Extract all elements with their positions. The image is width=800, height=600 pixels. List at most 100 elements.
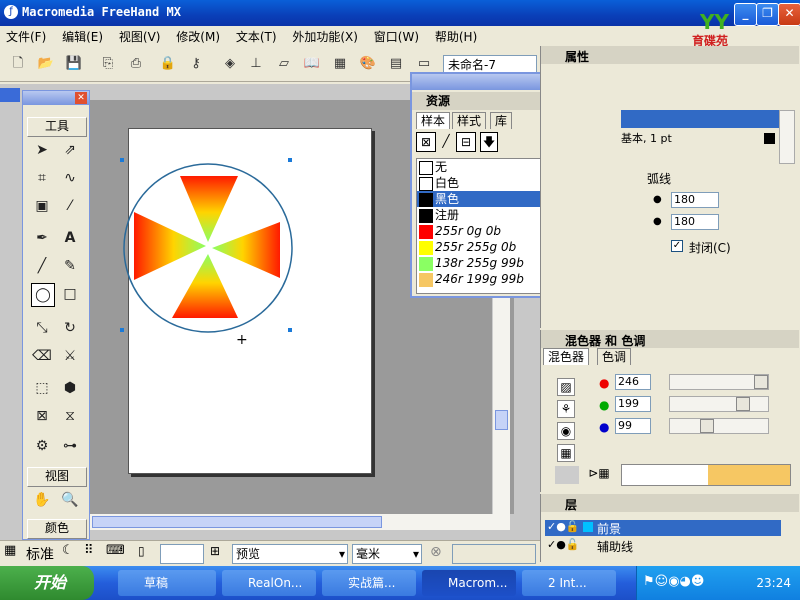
fill-icon[interactable]: ⊟: [456, 132, 476, 152]
grid-view-icon[interactable]: ▦: [4, 543, 24, 563]
wedge-bottom[interactable]: [172, 254, 238, 318]
envelope-icon[interactable]: ⊠: [31, 405, 53, 427]
export-icon[interactable]: ⎙: [126, 54, 146, 74]
layer-row[interactable]: ✓●🔓 前景: [545, 520, 781, 536]
keyboard-icon[interactable]: ⌨: [106, 543, 126, 563]
page-nav-icon[interactable]: ▯: [138, 544, 154, 562]
start-button[interactable]: 开始: [0, 566, 94, 600]
zoom-icon[interactable]: 🔍: [59, 489, 81, 511]
pointer-icon[interactable]: ➤: [31, 139, 53, 161]
stroke-row[interactable]: 基本, 1 pt: [621, 130, 779, 148]
handle-bl[interactable]: [120, 328, 124, 332]
cancel-icon[interactable]: ⊗: [430, 544, 442, 560]
page-number-input[interactable]: [160, 544, 204, 564]
dots-icon[interactable]: ⠿: [84, 543, 104, 563]
tray-icons[interactable]: ⚑☺◉◕☻: [643, 574, 704, 589]
add-page-icon[interactable]: ⊞: [210, 544, 226, 562]
tab-swatches[interactable]: 样本: [416, 112, 451, 129]
closed-checkbox[interactable]: ✓: [671, 240, 683, 252]
taskbar-item-realone[interactable]: RealOn...: [222, 570, 316, 596]
handle-br[interactable]: [288, 328, 292, 332]
layers-icon[interactable]: ▦: [330, 54, 350, 74]
knife-icon[interactable]: ⚔: [59, 345, 81, 367]
import-icon[interactable]: ⎘: [98, 54, 118, 74]
wedge-left[interactable]: [134, 212, 206, 280]
stroke-icon[interactable]: ╱: [438, 132, 454, 152]
green-input[interactable]: 199: [615, 396, 651, 412]
rotate-icon[interactable]: ↻: [59, 317, 81, 339]
tools-titlebar[interactable]: ✕: [23, 91, 89, 105]
menu-text[interactable]: 文本(T): [230, 26, 283, 47]
green-slider-thumb[interactable]: [736, 397, 750, 411]
layers-header[interactable]: 层: [541, 494, 799, 512]
properties-scrollbar[interactable]: [779, 110, 795, 164]
handle-tl[interactable]: [120, 158, 124, 162]
subselect-icon[interactable]: ⇗: [59, 139, 81, 161]
tab-tints[interactable]: 色调: [597, 348, 632, 365]
group-icon[interactable]: ◈: [220, 54, 240, 74]
eraser-icon[interactable]: ⌫: [31, 345, 53, 367]
text-tool-icon[interactable]: A: [59, 227, 81, 249]
swatch-add-icon[interactable]: ⊳▦: [587, 466, 611, 484]
horizontal-scroll-thumb[interactable]: [92, 516, 382, 528]
units-select[interactable]: 毫米 ▾: [352, 544, 422, 564]
horizontal-scrollbar[interactable]: [88, 514, 510, 530]
add-to-swatches-icon[interactable]: [555, 466, 579, 484]
wedge-right[interactable]: [212, 222, 280, 278]
save-icon[interactable]: 💾: [64, 54, 84, 74]
ellipse-icon[interactable]: ◯: [31, 283, 55, 307]
taskbar-item-drafts[interactable]: 草稿: [118, 570, 216, 596]
chevron-down-icon[interactable]: ▾: [413, 545, 419, 563]
trace-icon[interactable]: ▣: [31, 195, 53, 217]
menu-modify[interactable]: 修改(M): [170, 26, 226, 47]
pencil-icon[interactable]: ✎: [59, 255, 81, 277]
close-icon[interactable]: ✕: [75, 92, 87, 104]
new-doc-icon[interactable]: 🗋: [8, 54, 28, 74]
green-slider[interactable]: [669, 396, 769, 412]
rgb-mode-icon[interactable]: ⚘: [557, 400, 575, 418]
blue-slider-thumb[interactable]: [700, 419, 714, 433]
artwork-svg[interactable]: +: [112, 150, 312, 350]
taskbar-item-internet[interactable]: 2 Int...: [522, 570, 616, 596]
menu-view[interactable]: 视图(V): [113, 26, 167, 47]
chevron-down-icon[interactable]: ▾: [339, 545, 345, 563]
vertical-scroll-thumb[interactable]: [495, 410, 508, 430]
tab-mixer[interactable]: 混色器: [543, 348, 590, 365]
transform-icon[interactable]: ▱: [274, 54, 294, 74]
page-tool-icon[interactable]: ⌗: [31, 167, 53, 189]
align-icon[interactable]: ⊥: [246, 54, 266, 74]
red-slider[interactable]: [669, 374, 769, 390]
wedge-top[interactable]: [180, 176, 238, 242]
handle-tr[interactable]: [288, 158, 292, 162]
rectangle-icon[interactable]: □: [59, 283, 81, 305]
color-icon[interactable]: 🎨: [358, 54, 378, 74]
display-icon[interactable]: ▭: [414, 54, 434, 74]
layer-visible-icon[interactable]: ✓●🔓: [547, 520, 580, 533]
none-fill-icon[interactable]: ⊠: [416, 132, 436, 152]
arc-end-input[interactable]: 180: [671, 214, 719, 230]
mixer-header[interactable]: 混色器 和 色调: [541, 330, 799, 348]
unlock-icon[interactable]: ⚷: [186, 54, 206, 74]
menu-file[interactable]: 文件(F): [0, 26, 52, 47]
menu-window[interactable]: 窗口(W): [368, 26, 425, 47]
blend-icon[interactable]: ⬚: [31, 377, 53, 399]
connector-icon[interactable]: ⊶: [59, 435, 81, 457]
system-color-icon[interactable]: ▦: [557, 444, 575, 462]
blue-slider[interactable]: [669, 418, 769, 434]
library-icon[interactable]: 📖: [302, 54, 322, 74]
eyedropper-icon[interactable]: ⁄: [59, 195, 81, 217]
menu-xtras[interactable]: 外加功能(X): [286, 26, 364, 47]
red-slider-thumb[interactable]: [754, 375, 768, 389]
cmyk-mode-icon[interactable]: ▨: [557, 378, 575, 396]
menu-edit[interactable]: 编辑(E): [56, 26, 109, 47]
open-folder-icon[interactable]: 📂: [36, 54, 56, 74]
extrude-icon[interactable]: ⬢: [59, 377, 81, 399]
red-input[interactable]: 246: [615, 374, 651, 390]
blue-input[interactable]: 99: [615, 418, 651, 434]
taskbar-item-tutorial[interactable]: 实战篇...: [322, 570, 416, 596]
line-icon[interactable]: ╱: [31, 255, 53, 277]
scale-icon[interactable]: ⤡: [31, 317, 53, 339]
taskbar-item-macromedia[interactable]: Macrom...: [422, 570, 516, 596]
view-mode-select[interactable]: 预览 ▾: [232, 544, 348, 564]
properties-header[interactable]: 属性: [541, 46, 799, 64]
